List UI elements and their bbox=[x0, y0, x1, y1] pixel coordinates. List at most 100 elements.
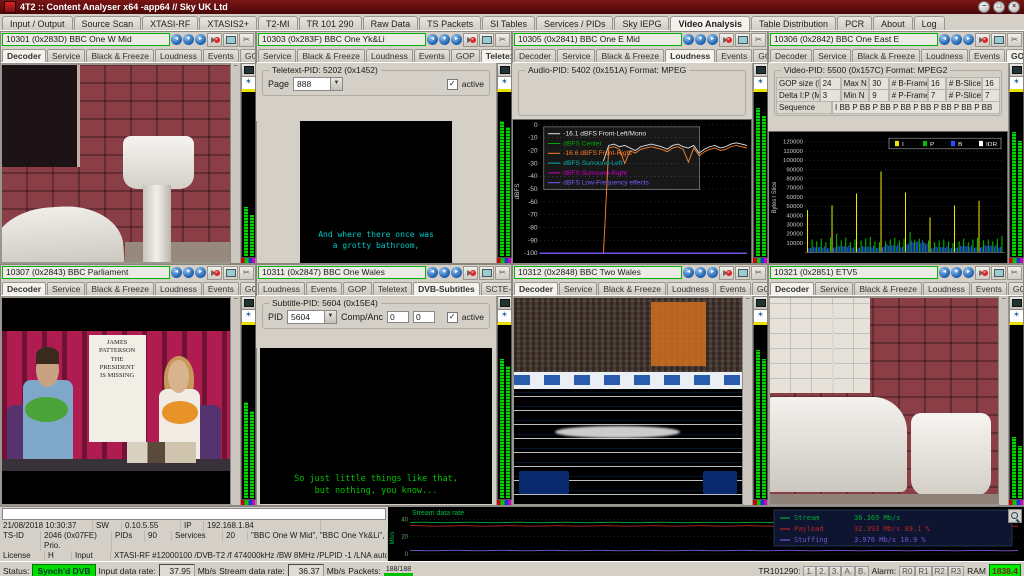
menu-tab-xtasis2-[interactable]: XTASIS2+ bbox=[199, 16, 258, 30]
panel-tab-service[interactable]: Service bbox=[813, 49, 852, 62]
display-icon[interactable] bbox=[735, 265, 750, 280]
nav-prev-button[interactable]: ◂ bbox=[427, 34, 438, 45]
scissors-icon[interactable]: ✂ bbox=[495, 265, 510, 280]
panel-tab-black-freeze[interactable]: Black & Freeze bbox=[854, 282, 922, 295]
panel-tab-events[interactable]: Events bbox=[716, 49, 753, 62]
snowflake-toggle-icon[interactable]: ✶ bbox=[753, 310, 768, 325]
snowflake-toggle-icon[interactable]: ✶ bbox=[1009, 310, 1024, 325]
display-icon[interactable] bbox=[479, 32, 494, 47]
collapse-icon[interactable]: − bbox=[1001, 296, 1005, 303]
display-icon[interactable] bbox=[223, 265, 238, 280]
nav-prev-button[interactable]: ◂ bbox=[427, 267, 438, 278]
menu-tab-pcr[interactable]: PCR bbox=[837, 16, 873, 30]
audio-mute-icon[interactable]: × bbox=[975, 32, 990, 47]
nav-next-button[interactable]: ▸ bbox=[963, 267, 974, 278]
panel-tab-decoder[interactable]: Decoder bbox=[770, 282, 815, 295]
panel-tab-loudness[interactable]: Loudness bbox=[155, 49, 202, 62]
audio-mute-icon[interactable]: × bbox=[463, 32, 478, 47]
panel-tab-gop[interactable]: GOP bbox=[1007, 282, 1024, 295]
tr101290-button-A[interactable]: A. bbox=[841, 565, 856, 576]
nav-stop-button[interactable]: ▾ bbox=[439, 267, 450, 278]
panel-tab-teletext[interactable]: Teletext bbox=[480, 49, 512, 62]
panel-tab-loudness[interactable]: Loudness bbox=[365, 49, 413, 62]
command-input[interactable] bbox=[2, 508, 386, 520]
nav-stop-button[interactable]: ▾ bbox=[183, 34, 194, 45]
nav-stop-button[interactable]: ▾ bbox=[695, 267, 706, 278]
display-toggle-icon[interactable] bbox=[241, 63, 256, 77]
panel-tab-decoder[interactable]: Decoder bbox=[514, 49, 557, 62]
tr101290-button-B[interactable]: B. bbox=[855, 565, 869, 576]
panel-tab-gop[interactable]: GOP bbox=[753, 49, 768, 62]
menu-tab-si-tables[interactable]: SI Tables bbox=[482, 16, 535, 30]
panel-tab-black-freeze[interactable]: Black & Freeze bbox=[596, 49, 665, 62]
display-icon[interactable] bbox=[991, 265, 1006, 280]
nav-stop-button[interactable]: ▾ bbox=[439, 34, 450, 45]
panel-tab-gop[interactable]: GOP bbox=[1006, 49, 1024, 62]
display-toggle-icon[interactable] bbox=[497, 296, 512, 310]
tr101290-button-1[interactable]: 1. bbox=[803, 565, 817, 576]
scissors-icon[interactable]: ✂ bbox=[1007, 32, 1022, 47]
display-icon[interactable] bbox=[479, 265, 494, 280]
menu-tab-video-analysis[interactable]: Video Analysis bbox=[670, 16, 751, 31]
panel-tab-service[interactable]: Service bbox=[557, 49, 596, 62]
panel-tab-service[interactable]: Service bbox=[258, 49, 297, 62]
restore-button[interactable]: □ bbox=[993, 1, 1005, 13]
video-scrollbar[interactable]: − bbox=[230, 296, 240, 506]
active-checkbox[interactable]: ✓ bbox=[446, 311, 458, 323]
menu-tab-xtasi-rf[interactable]: XTASI-RF bbox=[142, 16, 199, 30]
magnifier-icon[interactable] bbox=[1008, 509, 1022, 523]
nav-prev-button[interactable]: ◂ bbox=[171, 34, 182, 45]
panel-tab-gop[interactable]: GOP bbox=[342, 282, 372, 295]
comp-anc-field[interactable]: 0 bbox=[387, 311, 410, 323]
panel-tab-service[interactable]: Service bbox=[815, 282, 854, 295]
collapse-icon[interactable]: − bbox=[233, 296, 237, 303]
menu-tab-input-output[interactable]: Input / Output bbox=[2, 16, 73, 30]
nav-next-button[interactable]: ▸ bbox=[707, 34, 718, 45]
nav-prev-button[interactable]: ◂ bbox=[683, 267, 694, 278]
scissors-icon[interactable]: ✂ bbox=[239, 32, 254, 47]
audio-mute-icon[interactable]: × bbox=[719, 265, 734, 280]
menu-tab-t2-mi[interactable]: T2-MI bbox=[258, 16, 298, 30]
alarm-button-r0[interactable]: R0 bbox=[899, 565, 916, 576]
alarm-button-r1[interactable]: R1 bbox=[915, 565, 932, 576]
alarm-button-r3[interactable]: R3 bbox=[947, 565, 965, 576]
nav-prev-button[interactable]: ◂ bbox=[939, 34, 950, 45]
panel-tab-black-freeze[interactable]: Black & Freeze bbox=[852, 49, 921, 62]
comp-anc-field[interactable]: 0 bbox=[413, 311, 436, 323]
menu-tab-services-pids[interactable]: Services / PIDs bbox=[535, 16, 614, 30]
panel-tab-loudness[interactable]: Loudness bbox=[921, 49, 968, 62]
audio-mute-icon[interactable]: × bbox=[719, 32, 734, 47]
menu-tab-ts-packets[interactable]: TS Packets bbox=[419, 16, 482, 30]
panel-tab-gop[interactable]: GOP bbox=[450, 49, 480, 62]
panel-tab-gop[interactable]: GOP bbox=[239, 49, 256, 62]
audio-mute-icon[interactable]: × bbox=[463, 265, 478, 280]
panel-tab-decoder[interactable]: Decoder bbox=[2, 49, 47, 62]
menu-tab-sky-iepg[interactable]: Sky IEPG bbox=[614, 16, 670, 30]
panel-tab-decoder[interactable]: Decoder bbox=[2, 282, 47, 295]
panel-tab-gop[interactable]: GOP bbox=[239, 282, 256, 295]
panel-tab-service[interactable]: Service bbox=[559, 282, 598, 295]
panel-tab-decoder[interactable]: Decoder bbox=[514, 282, 559, 295]
nav-prev-button[interactable]: ◂ bbox=[683, 34, 694, 45]
alarm-button-r2[interactable]: R2 bbox=[931, 565, 948, 576]
display-toggle-icon[interactable] bbox=[1009, 63, 1024, 77]
nav-prev-button[interactable]: ◂ bbox=[171, 267, 182, 278]
panel-tab-dvb-subtitles[interactable]: DVB-Subtitles bbox=[413, 282, 480, 295]
panel-tab-service[interactable]: Service bbox=[47, 49, 86, 62]
panel-tab-gop[interactable]: GOP bbox=[751, 282, 768, 295]
nav-next-button[interactable]: ▸ bbox=[195, 34, 206, 45]
panel-tab-black-freeze[interactable]: Black & Freeze bbox=[86, 282, 154, 295]
display-icon[interactable] bbox=[735, 32, 750, 47]
video-scrollbar[interactable]: − bbox=[230, 63, 240, 264]
nav-stop-button[interactable]: ▾ bbox=[695, 34, 706, 45]
panel-tab-black-freeze[interactable]: Black & Freeze bbox=[598, 282, 666, 295]
display-toggle-icon[interactable] bbox=[753, 296, 768, 310]
nav-next-button[interactable]: ▸ bbox=[195, 267, 206, 278]
nav-stop-button[interactable]: ▾ bbox=[951, 34, 962, 45]
snowflake-toggle-icon[interactable]: ✶ bbox=[497, 310, 512, 325]
panel-tab-scte-35[interactable]: SCTE-35 bbox=[480, 282, 512, 295]
display-icon[interactable] bbox=[223, 32, 238, 47]
panel-tab-loudness[interactable]: Loudness bbox=[665, 49, 716, 62]
active-checkbox[interactable]: ✓ bbox=[446, 78, 458, 90]
scissors-icon[interactable]: ✂ bbox=[751, 265, 766, 280]
